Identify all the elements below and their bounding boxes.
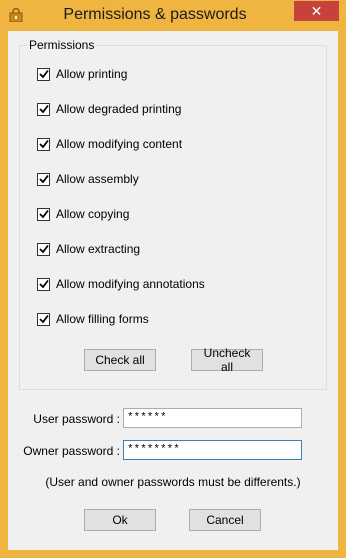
title-bar[interactable]: Permissions & passwords ✕ xyxy=(0,0,346,31)
checkmark-icon xyxy=(38,174,49,184)
checkmark-icon xyxy=(38,139,49,149)
checkbox-box[interactable] xyxy=(37,207,50,221)
ok-button[interactable]: Ok xyxy=(84,509,156,531)
owner-password-label: Owner password : xyxy=(23,444,120,458)
checkbox-box[interactable] xyxy=(37,67,50,81)
checkbox-label: Allow filling forms xyxy=(56,312,149,326)
checkbox-box[interactable] xyxy=(37,102,50,116)
checkbox-box[interactable] xyxy=(37,137,50,151)
user-password-label: User password : xyxy=(33,412,120,426)
check-all-button[interactable]: Check all xyxy=(84,349,156,371)
checkbox-label: Allow assembly xyxy=(56,172,139,186)
checkmark-icon xyxy=(38,244,49,254)
checkmark-icon xyxy=(38,209,49,219)
checkbox-allow-assembly[interactable]: Allow assembly xyxy=(37,171,139,187)
checkbox-label: Allow modifying annotations xyxy=(56,277,205,291)
owner-password-field[interactable]: ******** xyxy=(123,440,302,460)
cancel-button[interactable]: Cancel xyxy=(189,509,261,531)
checkbox-label: Allow modifying content xyxy=(56,137,183,151)
checkbox-label: Allow degraded printing xyxy=(56,102,182,116)
checkbox-allow-degraded-printing[interactable]: Allow degraded printing xyxy=(37,101,181,117)
uncheck-all-button[interactable]: Uncheck all xyxy=(191,346,263,374)
permissions-dialog: Permissions & passwords ✕ Permissions Al… xyxy=(0,0,346,558)
close-button[interactable]: ✕ xyxy=(294,1,339,21)
checkbox-label: Allow extracting xyxy=(56,242,141,256)
checkbox-box[interactable] xyxy=(37,312,50,326)
dialog-body: Permissions Allow printing Allow degrade… xyxy=(8,31,338,550)
checkbox-label: Allow printing xyxy=(56,67,128,81)
user-password-field[interactable]: ****** xyxy=(123,408,302,428)
checkmark-icon xyxy=(38,279,49,289)
close-icon: ✕ xyxy=(310,2,323,19)
checkbox-allow-modifying-annotations[interactable]: Allow modifying annotations xyxy=(37,276,205,292)
checkmark-icon xyxy=(38,314,49,324)
permissions-group-legend: Permissions xyxy=(27,38,97,52)
checkbox-label: Allow copying xyxy=(56,207,130,221)
checkbox-box[interactable] xyxy=(37,242,50,256)
checkbox-allow-copying[interactable]: Allow copying xyxy=(37,206,129,222)
checkbox-box[interactable] xyxy=(37,172,50,186)
checkbox-allow-filling-forms[interactable]: Allow filling forms xyxy=(37,311,149,327)
checkmark-icon xyxy=(38,104,49,114)
password-hint: (User and owner passwords must be differ… xyxy=(45,475,301,489)
checkbox-allow-modifying-content[interactable]: Allow modifying content xyxy=(37,136,182,152)
checkbox-allow-extracting[interactable]: Allow extracting xyxy=(37,241,140,257)
checkmark-icon xyxy=(38,69,49,79)
checkbox-allow-printing[interactable]: Allow printing xyxy=(37,66,127,82)
checkbox-box[interactable] xyxy=(37,277,50,291)
